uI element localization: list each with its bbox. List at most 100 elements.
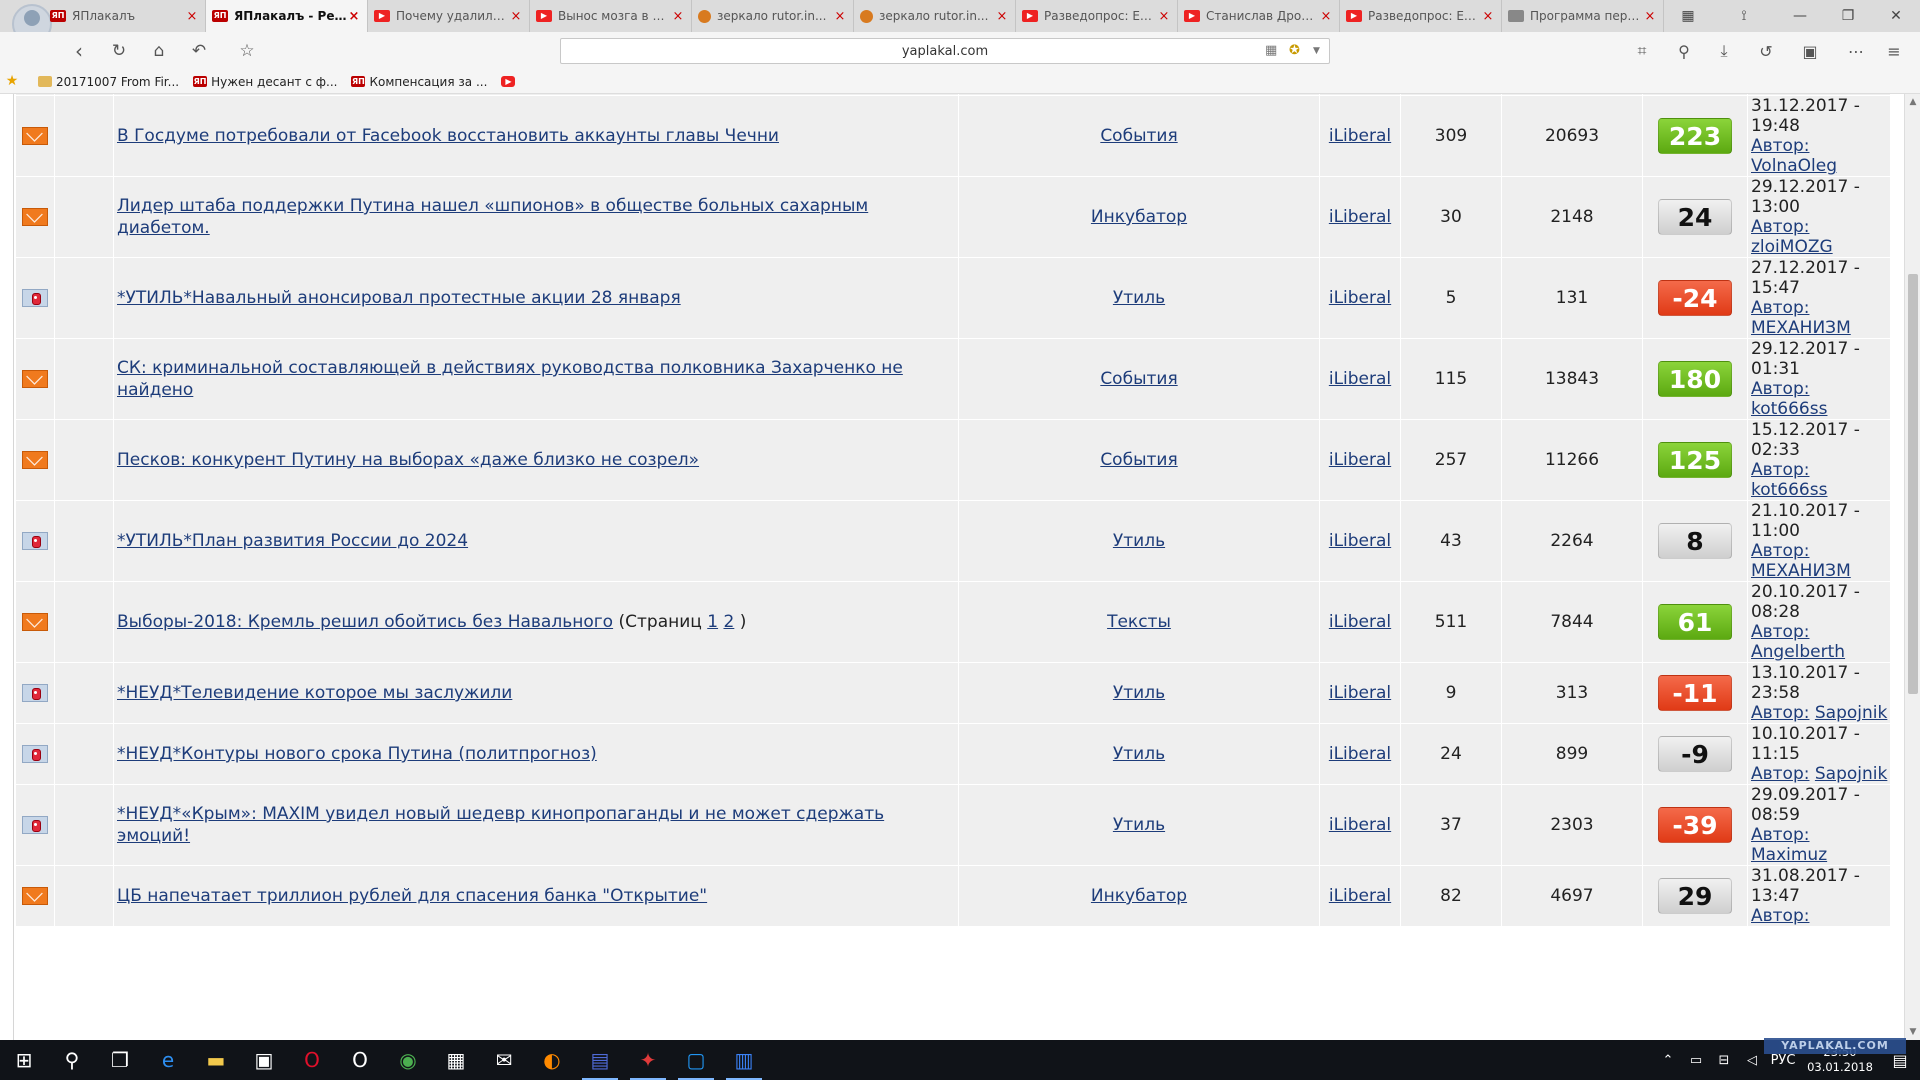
forum-link[interactable]: Утиль <box>1113 288 1165 308</box>
last-post-label[interactable]: Автор: <box>1751 825 1809 845</box>
start-taskbar-button[interactable]: ⊞ <box>0 1040 48 1080</box>
topic-title-link[interactable]: *УТИЛЬ*Навальный анонсировал протестные … <box>117 288 681 308</box>
browser-tab[interactable]: ▶ Вынос мозга в ко... × <box>530 0 692 32</box>
remote-taskbar-button[interactable]: ▢ <box>672 1040 720 1080</box>
author-link[interactable]: iLiberal <box>1329 531 1391 551</box>
last-post-author-link[interactable]: Maximuz <box>1751 845 1827 865</box>
vertical-scrollbar[interactable]: ▲ ▼ <box>1904 94 1920 1040</box>
firefox-taskbar-button[interactable]: ◐ <box>528 1040 576 1080</box>
bookmark-item[interactable]: ЯП Нужен десант с ф... <box>193 75 337 89</box>
bookmark-item[interactable]: ▶ <box>501 76 519 87</box>
author-link[interactable]: iLiberal <box>1329 126 1391 146</box>
qr-icon[interactable]: ▦ <box>1265 43 1277 58</box>
last-post-label[interactable]: Автор: <box>1751 298 1809 318</box>
topic-title-link[interactable]: СК: криминальной составляющей в действия… <box>117 358 903 400</box>
browser-tab[interactable]: ЯП ЯПлакалъ - Резу...× <box>206 0 368 32</box>
browser-tab[interactable]: ЯП ЯПлакалъ × <box>44 0 206 32</box>
browser-tab[interactable]: ▶ Почему удалили... × <box>368 0 530 32</box>
author-link[interactable]: iLiberal <box>1329 886 1391 906</box>
author-link[interactable]: iLiberal <box>1329 744 1391 764</box>
tab-close-icon[interactable]: × <box>185 9 199 24</box>
forum-link[interactable]: Инкубатор <box>1091 207 1187 227</box>
bookmark-item[interactable]: ЯП Компенсация за ... <box>351 75 487 89</box>
explorer-taskbar-button[interactable]: ▬ <box>192 1040 240 1080</box>
author-link[interactable]: iLiberal <box>1329 450 1391 470</box>
more-menu-icon[interactable]: ⋯ <box>1842 38 1870 64</box>
topic-title-link[interactable]: В Госдуме потребовали от Facebook восста… <box>117 126 779 146</box>
back-icon[interactable]: ‹ <box>66 38 92 64</box>
mail-taskbar-button[interactable]: ✉ <box>480 1040 528 1080</box>
page-link[interactable]: 1 <box>707 612 718 632</box>
topic-title-link[interactable]: ЦБ напечатает триллион рублей для спасен… <box>117 886 707 906</box>
tab-close-icon[interactable]: × <box>1319 9 1333 24</box>
topic-title-link[interactable]: *НЕУД*Телевидение которое мы заслужили <box>117 683 512 703</box>
tab-close-icon[interactable]: × <box>671 9 685 24</box>
browser-tab[interactable]: зеркало rutor.in... × <box>692 0 854 32</box>
last-post-label[interactable]: Автор: <box>1751 460 1809 480</box>
last-post-author-link[interactable]: VolnaOleg <box>1751 156 1837 176</box>
author-link[interactable]: iLiberal <box>1329 612 1391 632</box>
forum-link[interactable]: Утиль <box>1113 683 1165 703</box>
task-view-taskbar-button[interactable]: ❐ <box>96 1040 144 1080</box>
save-taskbar-button[interactable]: ▤ <box>576 1040 624 1080</box>
last-post-author-link[interactable]: zloiMOZG <box>1751 237 1833 257</box>
browser-tab[interactable]: ▶ Станислав Дроб... × <box>1178 0 1340 32</box>
address-bar[interactable]: yaplakal.com ▦ ✪ ▼ <box>560 38 1330 64</box>
bookmarks-star[interactable]: ★ <box>0 74 24 88</box>
forum-link[interactable]: Утиль <box>1113 531 1165 551</box>
page-link[interactable]: 2 <box>723 612 734 632</box>
last-post-author-link[interactable]: Sapojnik <box>1815 764 1887 784</box>
home-icon[interactable]: ⌂ <box>146 38 172 64</box>
forum-link[interactable]: Тексты <box>1107 612 1171 632</box>
last-post-label[interactable]: Автор: <box>1751 136 1809 156</box>
tab-close-icon[interactable]: × <box>1157 9 1171 24</box>
battery-icon[interactable]: ▭ <box>1682 1053 1710 1068</box>
last-post-author-link[interactable]: kot666ss <box>1751 480 1827 500</box>
restore-icon[interactable]: ❐ <box>1824 0 1872 32</box>
tab-close-icon[interactable]: × <box>833 9 847 24</box>
browser-tab[interactable]: ▶ Разведопрос: Евг... × <box>1340 0 1502 32</box>
last-post-author-link[interactable]: Angelberth <box>1751 642 1845 662</box>
tab-close-icon[interactable]: × <box>995 9 1009 24</box>
tab-close-icon[interactable]: × <box>1481 9 1495 24</box>
last-post-label[interactable]: Автор: <box>1751 379 1809 399</box>
clipboard-icon[interactable]: ▣ <box>1796 38 1824 64</box>
crop-icon[interactable]: ⌗ <box>1628 38 1656 64</box>
topic-title-link[interactable]: *НЕУД*Контуры нового срока Путина (полит… <box>117 744 597 764</box>
last-post-author-link[interactable]: МЕХАНИЗМ <box>1751 318 1851 338</box>
browser-tab[interactable]: зеркало rutor.in... × <box>854 0 1016 32</box>
last-post-author-link[interactable]: Geomen1 <box>1751 94 1834 95</box>
close-window-icon[interactable]: ✕ <box>1872 0 1920 32</box>
undo-close-icon[interactable]: ↶ <box>186 38 212 64</box>
tray-chevron-icon[interactable]: ⌃ <box>1654 1053 1682 1068</box>
chrome-taskbar-button[interactable]: ◉ <box>384 1040 432 1080</box>
forum-link[interactable]: События <box>1100 369 1177 389</box>
pin-icon[interactable]: ⟟ <box>1712 0 1776 32</box>
topic-title-link[interactable]: Выборы-2018: Кремль решил обойтись без Н… <box>117 612 613 632</box>
opera-gx-taskbar-button[interactable]: O <box>336 1040 384 1080</box>
network-icon[interactable]: ⊟ <box>1710 1053 1738 1068</box>
scroll-up-icon[interactable]: ▲ <box>1905 94 1920 110</box>
author-link[interactable]: iLiberal <box>1329 369 1391 389</box>
topic-title-link[interactable]: Песков: конкурент Путину на выборах «даж… <box>117 450 699 470</box>
topic-title-link[interactable]: *НЕУД*«Крым»: MAXIM увидел новый шедевр … <box>117 804 884 846</box>
translate-icon[interactable]: ⚲ <box>1670 38 1698 64</box>
opera-taskbar-button[interactable]: O <box>288 1040 336 1080</box>
bookmark-item[interactable]: 20171007 From Fir... <box>38 75 179 89</box>
author-link[interactable]: iLiberal <box>1329 683 1391 703</box>
tab-close-icon[interactable]: × <box>509 9 523 24</box>
forum-link[interactable]: Утиль <box>1113 744 1165 764</box>
history-icon[interactable]: ↺ <box>1752 38 1780 64</box>
tabs-grid-icon[interactable]: ▦ <box>1664 0 1712 32</box>
last-post-label[interactable]: Автор: <box>1751 541 1809 561</box>
topic-title-link[interactable]: Лидер штаба поддержки Путина нашел «шпио… <box>117 196 868 238</box>
extension-icon[interactable]: ✪ <box>1289 43 1300 58</box>
game-taskbar-button[interactable]: ✦ <box>624 1040 672 1080</box>
author-link[interactable]: iLiberal <box>1329 207 1391 227</box>
store-taskbar-button[interactable]: ▣ <box>240 1040 288 1080</box>
author-link[interactable]: iLiberal <box>1329 815 1391 835</box>
last-post-label[interactable]: Автор: <box>1751 703 1809 723</box>
forum-link[interactable]: Утиль <box>1113 815 1165 835</box>
document-taskbar-button[interactable]: ▥ <box>720 1040 768 1080</box>
reload-icon[interactable]: ↻ <box>106 38 132 64</box>
